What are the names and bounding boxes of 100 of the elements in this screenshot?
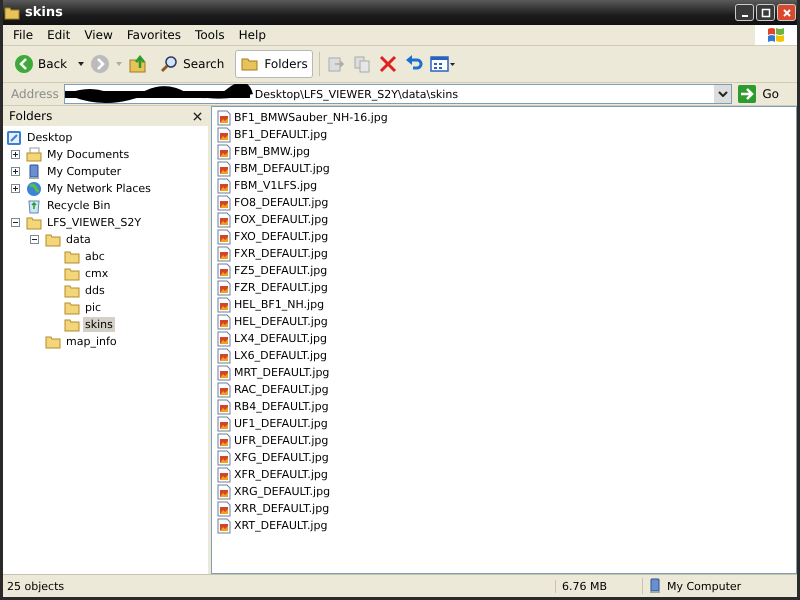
address-field[interactable]: Desktop\LFS_VIEWER_S2Y\data\skins	[64, 84, 732, 104]
back-button[interactable]: Back	[9, 50, 72, 78]
search-icon	[159, 54, 180, 74]
computer-icon	[647, 578, 663, 594]
file-name[interactable]: XRG_DEFAULT.jpg	[234, 485, 330, 498]
image-file-icon	[216, 228, 232, 244]
image-file-icon	[216, 212, 232, 228]
image-file-icon	[216, 280, 232, 296]
image-file-icon	[216, 246, 232, 262]
image-file-icon	[216, 126, 232, 142]
close-icon[interactable]	[193, 112, 202, 120]
image-file-icon	[216, 416, 232, 432]
folder-icon	[64, 248, 80, 264]
image-file-icon	[216, 262, 232, 278]
image-file-icon	[216, 382, 232, 398]
tree-item[interactable]: My Computer	[45, 164, 124, 179]
file-name[interactable]: XRT_DEFAULT.jpg	[234, 519, 328, 532]
zone-label: My Computer	[667, 580, 742, 592]
folder-up-icon[interactable]	[128, 54, 148, 74]
file-name[interactable]: FBM_V1LFS.jpg	[234, 179, 318, 192]
delete-icon[interactable]	[378, 54, 398, 74]
file-name[interactable]: XFR_DEFAULT.jpg	[234, 468, 328, 481]
expand-toggle[interactable]	[11, 150, 20, 159]
tree-item[interactable]: map_info	[64, 334, 119, 349]
go-button[interactable]: Go	[737, 84, 793, 104]
image-file-icon	[216, 364, 232, 380]
desktop-icon	[6, 130, 22, 146]
file-name[interactable]: RAC_DEFAULT.jpg	[234, 383, 329, 396]
documents-folder-icon	[26, 146, 42, 162]
file-name[interactable]: FXR_DEFAULT.jpg	[234, 247, 328, 260]
menu-item[interactable]: View	[77, 28, 120, 42]
image-file-icon	[216, 178, 232, 194]
file-name[interactable]: MRT_DEFAULT.jpg	[234, 366, 330, 379]
tree-item[interactable]: skins	[83, 317, 115, 332]
image-file-icon	[216, 330, 232, 346]
image-file-icon	[216, 160, 232, 176]
file-name[interactable]: BF1_BMWSauber_NH-16.jpg	[234, 111, 388, 124]
minimize-icon	[742, 14, 748, 16]
collapse-toggle[interactable]	[11, 218, 20, 227]
close-icon	[782, 8, 792, 18]
tree-item[interactable]: My Documents	[45, 147, 132, 162]
tree-item[interactable]: data	[64, 232, 93, 247]
expand-toggle[interactable]	[11, 167, 20, 176]
file-name[interactable]: FXO_DEFAULT.jpg	[234, 230, 328, 243]
file-name[interactable]: RB4_DEFAULT.jpg	[234, 400, 329, 413]
tree-item[interactable]: My Network Places	[45, 181, 153, 196]
menu-item[interactable]: Tools	[188, 28, 232, 42]
file-name[interactable]: UFR_DEFAULT.jpg	[234, 434, 328, 447]
file-name[interactable]: FOX_DEFAULT.jpg	[234, 213, 328, 226]
menu-item[interactable]: File	[6, 28, 40, 42]
object-count: 25 objects	[6, 580, 66, 592]
tree-item[interactable]: pic	[83, 300, 104, 315]
file-name[interactable]: FZR_DEFAULT.jpg	[234, 281, 328, 294]
menu-item[interactable]: Favorites	[120, 28, 188, 42]
file-name[interactable]: FBM_DEFAULT.jpg	[234, 162, 330, 175]
address-label: Address	[11, 87, 59, 101]
file-name[interactable]: XFG_DEFAULT.jpg	[234, 451, 329, 464]
image-file-icon	[216, 194, 232, 210]
image-file-icon	[216, 296, 232, 312]
minimize-button[interactable]	[735, 4, 754, 21]
image-file-icon	[216, 466, 232, 482]
tree-item[interactable]: cmx	[83, 266, 110, 281]
collapse-toggle[interactable]	[30, 235, 39, 244]
tree-item[interactable]: Recycle Bin	[45, 198, 112, 213]
image-file-icon	[216, 398, 232, 414]
file-name[interactable]: UF1_DEFAULT.jpg	[234, 417, 328, 430]
total-size: 6.76 MB	[555, 580, 642, 592]
tree-item[interactable]: LFS_VIEWER_S2Y	[45, 215, 144, 230]
tree-item[interactable]: Desktop	[25, 130, 74, 145]
file-name[interactable]: LX4_DEFAULT.jpg	[234, 332, 328, 345]
maximize-button[interactable]	[756, 4, 775, 21]
expand-toggle[interactable]	[11, 184, 20, 193]
file-name[interactable]: FBM_BMW.jpg	[234, 145, 310, 158]
window-title: skins	[25, 5, 63, 20]
image-file-icon	[216, 450, 232, 466]
file-name[interactable]: HEL_BF1_NH.jpg	[234, 298, 324, 311]
folder-icon	[64, 282, 80, 298]
views-icon[interactable]	[430, 54, 456, 74]
image-file-icon	[216, 500, 232, 516]
caret-icon[interactable]	[78, 62, 84, 66]
image-file-icon	[216, 110, 232, 126]
close-button[interactable]	[777, 4, 796, 21]
tree-item[interactable]: dds	[83, 283, 107, 298]
folder-icon	[64, 300, 80, 316]
folder-icon	[64, 266, 80, 282]
search-button[interactable]: Search	[154, 50, 230, 78]
file-name[interactable]: LX6_DEFAULT.jpg	[234, 349, 328, 362]
menu-item[interactable]: Help	[232, 28, 273, 42]
image-file-icon	[216, 314, 232, 330]
file-name[interactable]: XRR_DEFAULT.jpg	[234, 502, 330, 515]
file-name[interactable]: FO8_DEFAULT.jpg	[234, 196, 328, 209]
tree-item[interactable]: abc	[83, 249, 107, 264]
image-file-icon	[216, 144, 232, 160]
folders-button[interactable]: Folders	[235, 50, 313, 78]
pane-title: Folders	[9, 109, 52, 123]
menu-item[interactable]: Edit	[40, 28, 78, 42]
file-name[interactable]: FZ5_DEFAULT.jpg	[234, 264, 328, 277]
image-file-icon	[216, 348, 232, 364]
file-name[interactable]: HEL_DEFAULT.jpg	[234, 315, 328, 328]
file-name[interactable]: BF1_DEFAULT.jpg	[234, 128, 328, 141]
